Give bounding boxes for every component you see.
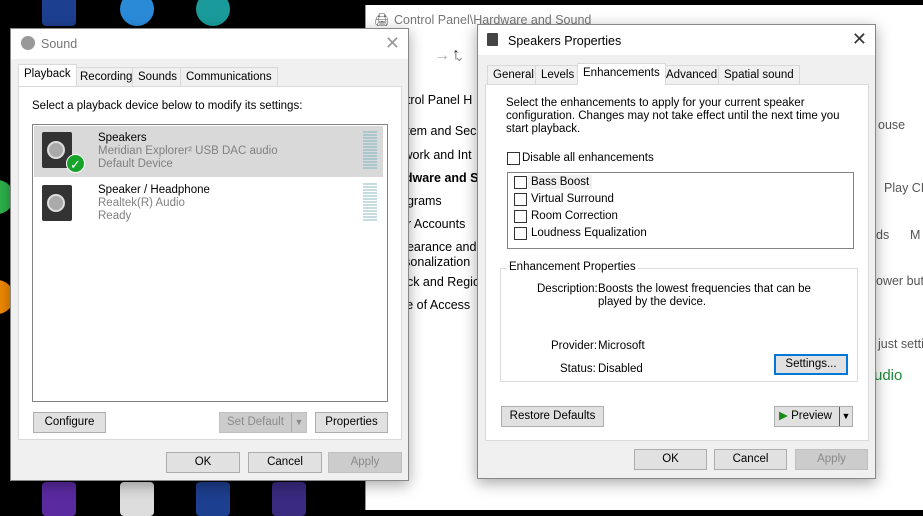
device-item-speakers[interactable]: ✓ Speakers Meridian Explorer² USB DAC au… <box>34 126 383 177</box>
desktop-icon[interactable] <box>42 482 76 516</box>
configure-button[interactable]: Configure <box>33 412 106 433</box>
tab-recording[interactable]: Recording <box>74 67 139 86</box>
dialog-title: Sound <box>41 37 78 51</box>
playback-panel: Select a playback device below to modify… <box>18 86 402 440</box>
volume-meter <box>363 183 377 222</box>
link[interactable]: ds <box>876 228 889 242</box>
room-correction-checkbox[interactable] <box>514 210 527 223</box>
desktop-icon[interactable] <box>120 482 154 516</box>
enhancement-item[interactable]: Loudness Equalization <box>531 227 647 239</box>
ok-button[interactable]: OK <box>634 449 707 470</box>
nav-item[interactable]: stem and Secu <box>400 124 483 138</box>
speakers-properties-dialog: Speakers Properties ✕ General Levels Enh… <box>477 24 876 479</box>
link[interactable]: Play CD <box>884 181 923 195</box>
chevron-down-icon[interactable]: ▼ <box>839 407 852 426</box>
device-item-headphone[interactable]: Speaker / Headphone Realtek(R) Audio Rea… <box>34 179 383 230</box>
device-name: Speaker / Headphone <box>98 184 210 196</box>
close-icon[interactable]: ✕ <box>852 29 867 50</box>
nav-item[interactable]: pearance and <box>400 240 476 254</box>
provider-value: Microsoft <box>598 340 645 352</box>
set-default-button[interactable]: Set Default ▼ <box>219 412 307 433</box>
bass-boost-checkbox[interactable] <box>514 176 527 189</box>
chevron-down-icon[interactable]: ▼ <box>291 413 306 432</box>
status-label: Status: <box>560 363 596 375</box>
restore-defaults-button[interactable]: Restore Defaults <box>501 406 604 427</box>
tab-playback[interactable]: Playback <box>18 64 77 86</box>
provider-label: Provider: <box>551 340 598 352</box>
sound-dialog: Sound ✕ Playback Recording Sounds Commun… <box>10 28 409 481</box>
close-icon[interactable]: ✕ <box>385 33 400 54</box>
desktop-icon[interactable] <box>272 482 306 516</box>
cancel-button[interactable]: Cancel <box>714 449 787 470</box>
speaker-device-icon <box>42 185 72 221</box>
device-driver: Realtek(R) Audio <box>98 197 185 209</box>
description-value: Boosts the lowest frequencies that can b… <box>598 283 811 308</box>
section-heading: udio <box>874 367 903 384</box>
link[interactable]: just setti <box>878 337 923 351</box>
tab-sounds[interactable]: Sounds <box>132 67 184 86</box>
loudness-equalization-checkbox[interactable] <box>514 227 527 240</box>
enhancement-item[interactable]: Room Correction <box>531 210 618 222</box>
control-panel-icon: 🖨 <box>374 13 390 27</box>
enhancement-properties-group: Enhancement Properties Description: Boos… <box>500 261 858 382</box>
forward-icon[interactable]: → <box>434 47 450 65</box>
tab-advanced[interactable]: Advanced <box>660 65 724 84</box>
set-default-label: Set Default <box>227 416 284 428</box>
volume-meter <box>363 131 377 170</box>
desktop-icon[interactable] <box>196 0 230 26</box>
speaker-icon <box>487 33 498 46</box>
desktop-icon[interactable] <box>42 0 76 26</box>
link[interactable]: ower but <box>876 274 923 288</box>
instruction-text: Select the enhancements to apply for you… <box>506 97 840 135</box>
device-name: Speakers <box>98 132 147 144</box>
preview-button[interactable]: ▶ Preview ▼ <box>774 406 853 427</box>
instruction-text: Select a playback device below to modify… <box>32 100 303 112</box>
title-bar: Speakers Properties ✕ <box>478 25 875 55</box>
nav-item[interactable]: twork and Int <box>400 148 472 162</box>
group-label: Enhancement Properties <box>507 261 638 273</box>
settings-button[interactable]: Settings... <box>774 354 848 375</box>
breadcrumb: ntrol Panel H <box>400 93 473 107</box>
properties-button[interactable]: Properties <box>315 412 388 433</box>
speaker-icon <box>21 36 35 50</box>
nav-item[interactable]: rsonalization <box>400 255 470 269</box>
dialog-title: Speakers Properties <box>508 34 622 48</box>
link[interactable]: ouse <box>878 118 905 132</box>
enhancement-item[interactable]: Virtual Surround <box>531 193 614 205</box>
description-label: Description: <box>537 283 598 295</box>
device-list: ✓ Speakers Meridian Explorer² USB DAC au… <box>32 124 388 402</box>
up-arrow-icon[interactable]: ↑ <box>452 46 460 64</box>
preview-label: Preview <box>791 410 832 422</box>
link[interactable]: M <box>910 228 920 242</box>
device-status: Ready <box>98 210 132 222</box>
tab-enhancements[interactable]: Enhancements <box>577 63 666 85</box>
nav-item[interactable]: er Accounts <box>400 217 465 231</box>
status-value: Disabled <box>598 363 643 375</box>
cancel-button[interactable]: Cancel <box>248 452 322 473</box>
nav-item[interactable]: ock and Regio <box>400 275 480 289</box>
desktop-icon[interactable] <box>120 0 154 26</box>
nav-item[interactable]: se of Access <box>400 298 470 312</box>
enhancements-panel: Select the enhancements to apply for you… <box>485 84 869 441</box>
apply-button[interactable]: Apply <box>795 449 868 470</box>
apply-button[interactable]: Apply <box>328 452 402 473</box>
tab-general[interactable]: General <box>487 65 540 84</box>
device-status: Default Device <box>98 158 173 170</box>
disable-all-checkbox[interactable] <box>507 152 520 165</box>
disable-all-label: Disable all enhancements <box>522 152 654 164</box>
desktop-icon[interactable] <box>196 482 230 516</box>
enhancement-item[interactable]: Bass Boost <box>528 175 593 189</box>
play-icon: ▶ <box>779 410 788 422</box>
virtual-surround-checkbox[interactable] <box>514 193 527 206</box>
tab-spatial-sound[interactable]: Spatial sound <box>718 65 800 84</box>
tab-communications[interactable]: Communications <box>180 67 278 86</box>
title-bar: Sound ✕ <box>11 29 408 59</box>
enhancement-list: Bass Boost Virtual Surround Room Correct… <box>507 172 854 249</box>
ok-button[interactable]: OK <box>166 452 240 473</box>
tab-levels[interactable]: Levels <box>535 65 581 84</box>
device-driver: Meridian Explorer² USB DAC audio <box>98 145 278 157</box>
nav-item-active[interactable]: rdware and S <box>400 171 479 185</box>
default-check-icon: ✓ <box>66 154 85 173</box>
